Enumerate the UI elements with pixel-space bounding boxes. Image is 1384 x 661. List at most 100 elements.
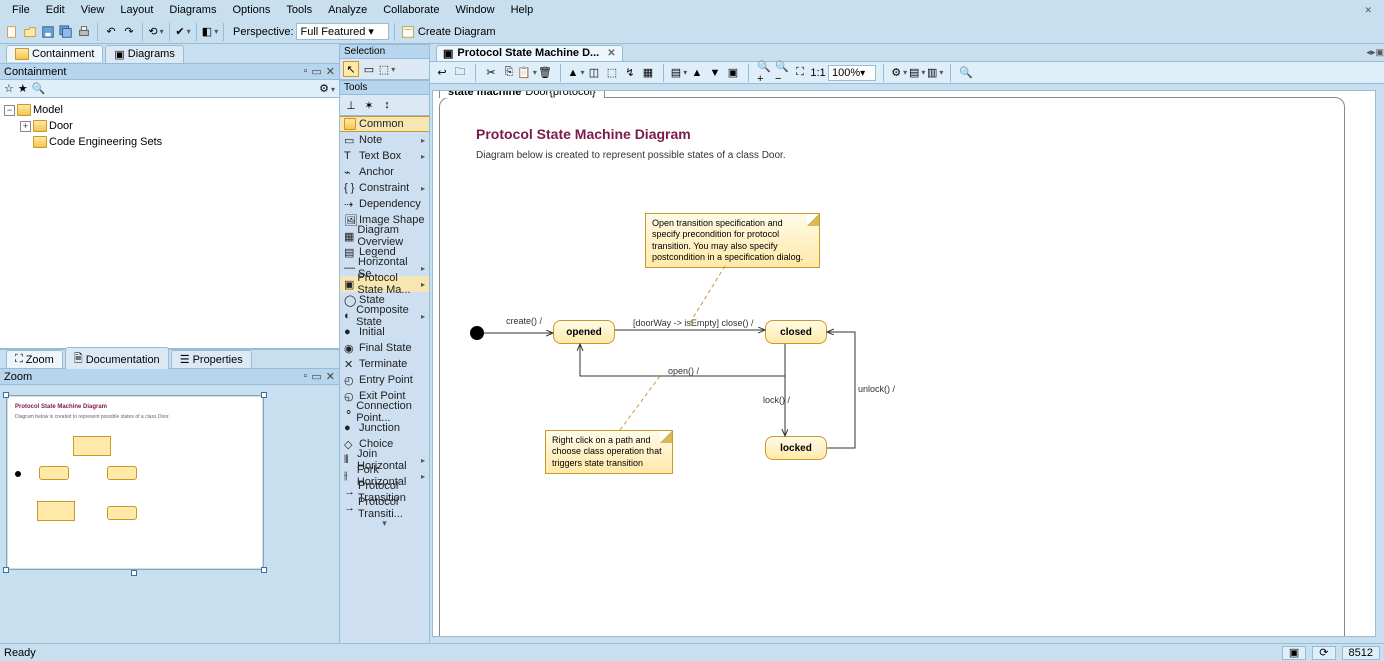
palette-item-dependency[interactable]: ⇢Dependency [340,196,429,212]
save-icon[interactable] [40,24,56,40]
palette-item-anchor[interactable]: ⌁Anchor [340,164,429,180]
close-tab-icon[interactable]: ✕ [607,48,615,59]
menu-tools[interactable]: Tools [278,2,320,18]
filter-icon[interactable]: ▥ [927,65,943,81]
palette-item-protocol-state-ma-[interactable]: ▣Protocol State Ma...▸ [340,276,429,292]
menu-window[interactable]: Window [447,2,502,18]
back-button-icon[interactable]: ▼ [707,65,723,81]
open-icon[interactable] [22,24,38,40]
create-diagram-icon[interactable] [400,24,416,40]
find-icon[interactable]: 🔍 [958,65,974,81]
zoom-actual-icon[interactable]: 1:1 [810,65,826,81]
zoom-value[interactable]: 100%▾ [828,65,876,81]
palette-item-composite-state[interactable]: ◐Composite State▸ [340,308,429,324]
menu-view[interactable]: View [73,2,113,18]
menu-file[interactable]: File [4,2,38,18]
menu-collaborate[interactable]: Collaborate [375,2,447,18]
tab-zoom[interactable]: ⛶Zoom [6,350,63,368]
layer-icon[interactable]: ▤ [671,65,687,81]
menu-layout[interactable]: Layout [112,2,161,18]
palette-item-text-box[interactable]: TText Box▸ [340,148,429,164]
initial-state[interactable] [470,326,484,340]
doc-tab[interactable]: ▣ Protocol State Machine D... ✕ [436,45,623,61]
distribute-v-icon[interactable]: ⬚ [604,65,620,81]
save-all-icon[interactable] [58,24,74,40]
close-pane-icon[interactable]: ✕ [326,370,335,383]
zoom-in-icon[interactable]: 🔍+ [756,65,772,81]
tab-documentation[interactable]: 🗎Documentation [65,347,169,371]
palette-item-final-state[interactable]: ◉Final State [340,340,429,356]
undo-icon[interactable]: ↶ [103,24,119,40]
tree-expander[interactable]: + [20,121,31,132]
front-icon[interactable]: ▲ [689,65,705,81]
validate-dropdown[interactable]: ✔ [175,24,191,40]
palette-common-header[interactable]: Common [340,116,429,132]
tab-containment[interactable]: Containment [6,45,103,62]
tab-diagrams[interactable]: ▣Diagrams [105,45,183,63]
search-icon[interactable]: 🔍 [32,82,46,95]
note-transition-spec[interactable]: Open transition specification and specif… [645,213,820,268]
minimize-icon[interactable]: ▭ [311,370,321,383]
marquee-tool[interactable]: ▭ [361,61,377,77]
print-icon[interactable] [76,24,92,40]
perspective-select[interactable]: Full Featured ▾ [296,23,389,40]
maximize-icon[interactable]: ▣ [1375,47,1384,58]
star-icon[interactable]: ★ [18,82,28,95]
pin-icon[interactable]: ▫ [303,65,307,78]
create-diagram-button[interactable]: Create Diagram [418,26,496,38]
tree-item-code-eng[interactable]: Code Engineering Sets [2,134,337,150]
new-icon[interactable] [4,24,20,40]
zoom-preview[interactable]: Protocol State Machine Diagram Diagram b… [0,385,339,643]
tree-item-door[interactable]: + Door [2,118,337,134]
pointer-tool[interactable]: ↖ [343,61,359,77]
menu-edit[interactable]: Edit [38,2,73,18]
zoom-thumbnail[interactable]: Protocol State Machine Diagram Diagram b… [6,395,264,570]
back-nav-icon[interactable]: ↩ [434,65,450,81]
zoom-out-icon[interactable]: 🔍− [774,65,790,81]
delete-icon[interactable]: 🗑 [537,65,553,81]
tool-1[interactable]: ⊥ [343,97,359,113]
route-icon[interactable]: ↯ [622,65,638,81]
palette-more-icon[interactable]: ▾ [340,516,429,531]
note-right-click[interactable]: Right click on a path and choose class o… [545,430,673,474]
copy-icon[interactable]: ⎘ [501,65,517,81]
palette-item-note[interactable]: ▭Note▸ [340,132,429,148]
redo-icon[interactable]: ↷ [121,24,137,40]
align-icon[interactable]: ▲ [568,65,584,81]
lasso-tool[interactable]: ⬚ [379,61,395,77]
close-icon[interactable]: ✕ [1356,3,1380,18]
stereotype-dropdown[interactable]: ◧ [202,24,218,40]
tab-properties[interactable]: ☰Properties [171,350,252,368]
state-opened[interactable]: opened [553,320,615,344]
gear-icon[interactable]: ⚙ [891,65,907,81]
select-in-tree-icon[interactable]: 🗀 [452,65,468,81]
minimize-icon[interactable]: ▭ [311,65,321,78]
collapse-icon[interactable]: ☆ [4,82,14,95]
display-icon[interactable]: ▤ [909,65,925,81]
cut-icon[interactable]: ✂ [483,65,499,81]
status-ico-2[interactable]: ⟳ [1312,646,1335,660]
pin-icon[interactable]: ▫ [303,370,307,383]
state-locked[interactable]: locked [765,436,827,460]
palette-item-protocol-transiti-[interactable]: →Protocol Transiti... [340,500,429,516]
palette-item-connection-point-[interactable]: ⚬Connection Point... [340,404,429,420]
tool-2[interactable]: ✶ [361,97,377,113]
history-dropdown[interactable]: ⟲ [148,24,164,40]
distribute-h-icon[interactable]: ◫ [586,65,602,81]
close-pane-icon[interactable]: ✕ [326,65,335,78]
gear-icon[interactable]: ⚙ [319,82,335,95]
palette-item-terminate[interactable]: ✕Terminate [340,356,429,372]
palette-item-constraint[interactable]: { }Constraint▸ [340,180,429,196]
palette-item-diagram-overview[interactable]: ▦Diagram Overview [340,228,429,244]
state-closed[interactable]: closed [765,320,827,344]
paste-icon[interactable]: 📋 [519,65,535,81]
tree-expander[interactable]: − [4,105,15,116]
group-icon[interactable]: ▣ [725,65,741,81]
tree-root[interactable]: − Model [2,102,337,118]
tool-3[interactable]: ↕ [379,97,395,113]
menu-diagrams[interactable]: Diagrams [161,2,224,18]
containment-tree[interactable]: − Model + Door Code Engineering Sets [0,98,339,348]
menu-options[interactable]: Options [224,2,278,18]
grid-icon[interactable]: ▦ [640,65,656,81]
status-ico-1[interactable]: ▣ [1282,646,1306,660]
